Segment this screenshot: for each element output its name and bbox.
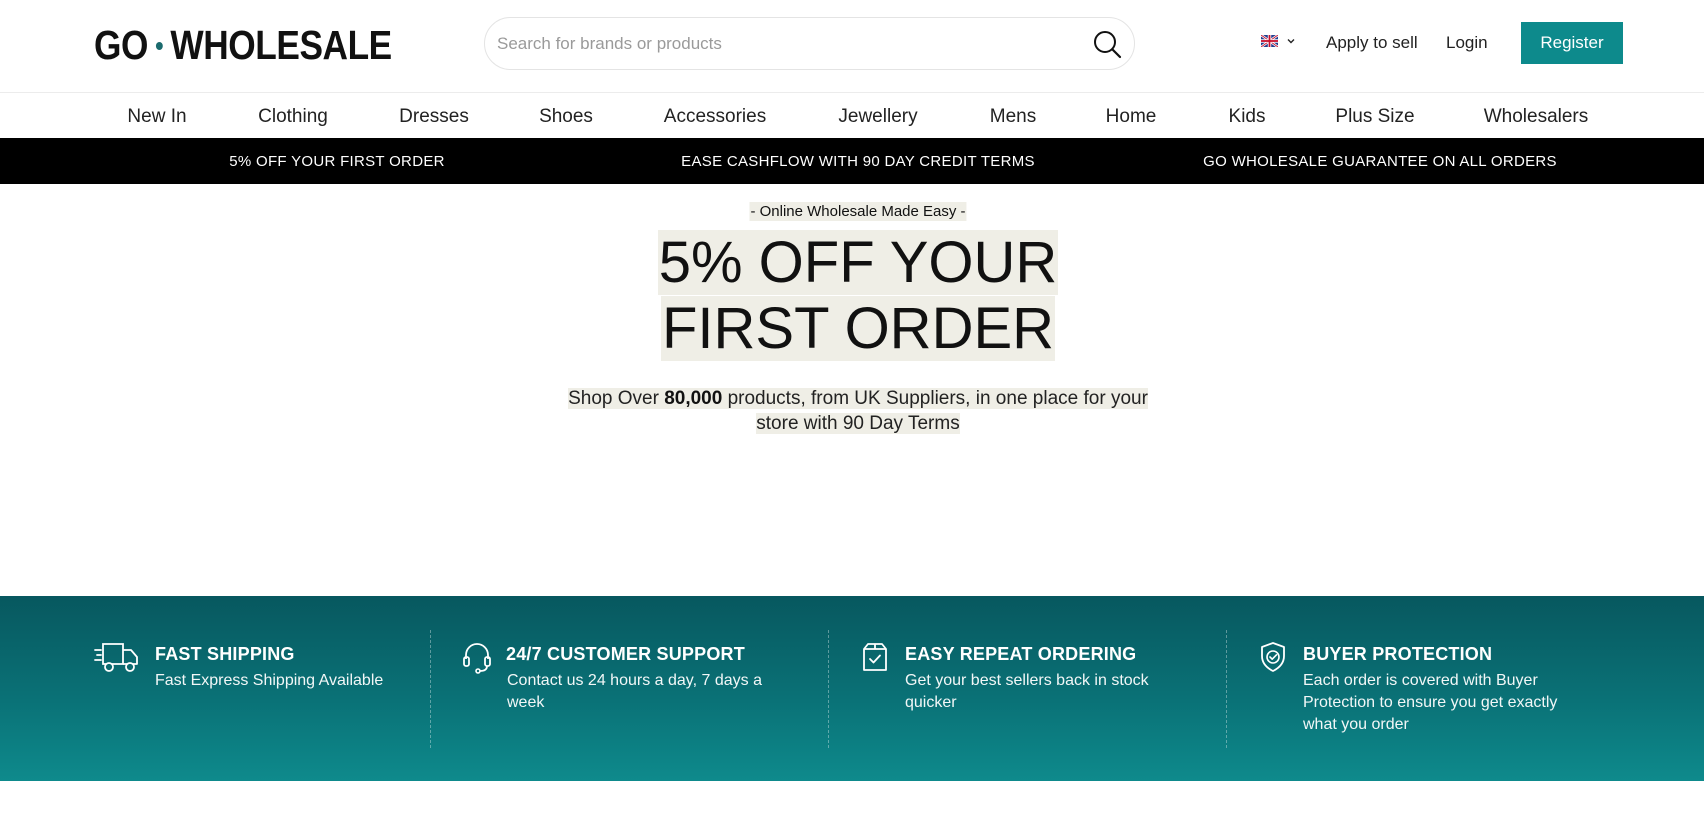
login-link[interactable]: Login (1446, 33, 1488, 53)
nav-item-shoes[interactable]: Shoes (539, 106, 593, 128)
hero-title-text: 5% OFF YOUR FIRST ORDER (657, 230, 1059, 361)
site-header: GO WHOLESALE Apply to sell Login Registe… (0, 0, 1704, 93)
promo-guarantee[interactable]: GO WHOLESALE GUARANTEE ON ALL ORDERS (1203, 153, 1557, 170)
logo[interactable]: GO WHOLESALE (94, 22, 392, 69)
promo-first-order[interactable]: 5% OFF YOUR FIRST ORDER (229, 153, 445, 170)
nav-item-mens[interactable]: Mens (990, 106, 1036, 128)
feature-title: BUYER PROTECTION (1303, 644, 1493, 664)
hero-subtitle-count: 80,000 (664, 388, 723, 409)
language-selector[interactable] (1261, 35, 1296, 47)
promo-bar: 5% OFF YOUR FIRST ORDER EASE CASHFLOW WI… (0, 138, 1704, 184)
nav-item-new-in[interactable]: New In (127, 106, 186, 128)
search-input[interactable] (497, 26, 1057, 62)
hero-subtitle-pre: Shop Over (568, 388, 665, 409)
truck-icon (94, 643, 138, 672)
feature-title: EASY REPEAT ORDERING (905, 644, 1137, 664)
hero-eyebrow: - Online Wholesale Made Easy - (749, 202, 967, 221)
logo-dot (155, 41, 163, 50)
register-button[interactable]: Register (1521, 22, 1623, 64)
feature-description: Fast Express Shipping Available (155, 672, 384, 689)
reorder-box-icon (863, 643, 887, 671)
chevron-down-icon (1287, 39, 1295, 44)
feature-title: FAST SHIPPING (155, 644, 295, 664)
nav-item-home[interactable]: Home (1106, 106, 1157, 128)
shield-check-icon (1261, 642, 1285, 672)
feature-description: Contact us 24 hours a day, 7 days a week (507, 672, 762, 711)
feature-divider (430, 630, 431, 748)
feature-divider (1226, 630, 1227, 748)
feature-title: 24/7 CUSTOMER SUPPORT (506, 644, 745, 664)
nav-item-kids[interactable]: Kids (1229, 106, 1266, 128)
feature-description: Each order is covered with Buyer Protect… (1303, 672, 1558, 733)
logo-text-go: GO (94, 22, 149, 68)
features-band: FAST SHIPPING Fast Express Shipping Avai… (0, 596, 1704, 781)
headset-icon (463, 643, 491, 674)
search-icon[interactable] (1092, 29, 1122, 59)
feature-description: Get your best sellers back in stock quic… (905, 672, 1149, 711)
nav-item-jewellery[interactable]: Jewellery (838, 106, 917, 128)
feature-divider (828, 630, 829, 748)
search-bar (484, 17, 1135, 70)
hero-subtitle-post: products, from UK Suppliers, in one plac… (722, 388, 1148, 434)
nav-item-accessories[interactable]: Accessories (664, 106, 766, 128)
nav-item-plus-size[interactable]: Plus Size (1335, 106, 1414, 128)
hero-subtitle: Shop Over 80,000 products, from UK Suppl… (558, 386, 1158, 436)
promo-credit-terms[interactable]: EASE CASHFLOW WITH 90 DAY CREDIT TERMS (681, 153, 1035, 170)
nav-item-dresses[interactable]: Dresses (399, 106, 469, 128)
apply-to-sell-link[interactable]: Apply to sell (1326, 33, 1418, 53)
nav-item-clothing[interactable]: Clothing (258, 106, 328, 128)
logo-text-wholesale: WHOLESALE (170, 22, 392, 68)
category-nav: New In Clothing Dresses Shoes Accessorie… (0, 93, 1704, 138)
nav-item-wholesalers[interactable]: Wholesalers (1484, 106, 1589, 128)
hero-title: 5% OFF YOUR FIRST ORDER (578, 230, 1138, 362)
uk-flag-icon (1261, 35, 1278, 47)
